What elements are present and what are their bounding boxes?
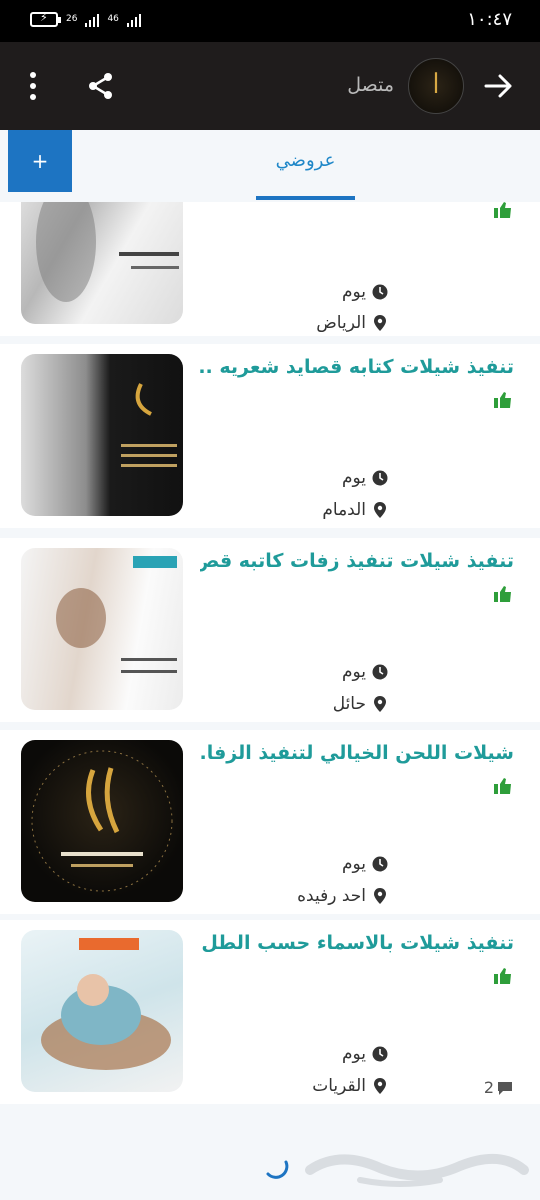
clock-icon xyxy=(372,664,388,680)
listing-time: يوم xyxy=(342,854,388,874)
status-bar: ⚡ 26 46 ١٠:٤٧ xyxy=(0,0,540,42)
list-item[interactable]: يوم الرياض xyxy=(0,202,540,336)
thumb-art xyxy=(121,383,177,467)
more-vert-icon[interactable] xyxy=(24,70,42,102)
thumb-art xyxy=(56,556,177,673)
thumbs-up-icon[interactable] xyxy=(494,968,512,984)
listing-location: حائل xyxy=(333,694,388,714)
listing-title[interactable]: تنفيذ شيلات بالاسماء حسب الطل... xyxy=(200,932,514,954)
listing-time: يوم xyxy=(342,662,388,682)
list-item[interactable]: تنفيذ شيلات بالاسماء حسب الطل... يوم الق… xyxy=(0,920,540,1104)
app-bar: ꟾ متصل xyxy=(0,42,540,130)
listings-list[interactable]: يوم الرياض تنفيذ شيلات كتابه قصايد شعريه… xyxy=(0,202,540,1122)
avatar[interactable]: ꟾ xyxy=(408,58,464,114)
location-label: حائل xyxy=(332,694,366,714)
add-listing-button[interactable]: + xyxy=(8,130,72,192)
clock-icon xyxy=(372,1046,388,1062)
location-pin-icon xyxy=(374,696,386,712)
share-icon[interactable] xyxy=(86,70,116,102)
listing-thumbnail xyxy=(21,740,183,902)
online-status: متصل xyxy=(347,74,394,96)
signal-1: 26 xyxy=(66,14,78,24)
comments-count[interactable]: 2 xyxy=(484,1078,514,1097)
location-pin-icon xyxy=(374,888,386,904)
location-label: الدمام xyxy=(322,500,366,520)
listing-location: القريات xyxy=(312,1076,388,1096)
listing-location: الرياض xyxy=(316,313,388,333)
clock-icon xyxy=(372,470,388,486)
listing-thumbnail xyxy=(21,354,183,516)
listing-title[interactable]: شيلات اللحن الخيالي لتنفيذ الزفا... xyxy=(200,742,514,764)
listing-thumbnail xyxy=(21,548,183,710)
signal-2: 46 xyxy=(107,14,119,24)
tab-indicator xyxy=(256,196,355,200)
clock-time: ١٠:٤٧ xyxy=(467,9,512,30)
listing-thumbnail xyxy=(21,202,183,324)
thumbs-up-icon[interactable] xyxy=(494,202,512,218)
tab-my-offers[interactable]: عروضي xyxy=(256,150,355,171)
back-arrow-icon[interactable] xyxy=(482,70,514,102)
comments-number: 2 xyxy=(483,1078,494,1097)
signal-bars-icon xyxy=(85,13,100,27)
thumbs-up-icon[interactable] xyxy=(494,778,512,794)
time-label: يوم xyxy=(341,1044,366,1064)
location-label: القريات xyxy=(312,1076,366,1096)
list-item[interactable]: تنفيذ شيلات كتابه قصايد شعريه ... يوم ال… xyxy=(0,344,540,528)
haraj-watermark-logo xyxy=(305,1153,529,1187)
thumb-art xyxy=(41,938,171,1070)
location-label: احد رفيده xyxy=(297,886,366,906)
thumb-art xyxy=(36,202,179,302)
thumb-art xyxy=(31,750,173,892)
listing-time: يوم xyxy=(342,1044,388,1064)
listing-time: يوم xyxy=(342,468,388,488)
location-pin-icon xyxy=(374,502,386,518)
clock-icon xyxy=(372,284,388,300)
logo-glyph: ꟾ xyxy=(432,73,440,99)
signal-bars-icon-2 xyxy=(126,13,141,27)
time-label: يوم xyxy=(341,662,366,682)
time-label: يوم xyxy=(341,468,366,488)
listing-location: احد رفيده xyxy=(297,886,388,906)
listing-time: يوم xyxy=(342,282,388,302)
clock-icon xyxy=(372,856,388,872)
thumbs-up-icon[interactable] xyxy=(494,392,512,408)
time-label: يوم xyxy=(341,854,366,874)
listing-title[interactable]: تنفيذ شيلات تنفيذ زفات كاتبه قص.. xyxy=(200,550,514,572)
location-pin-icon xyxy=(374,315,386,331)
comment-bubble-icon xyxy=(498,1081,512,1095)
battery-icon: ⚡ xyxy=(30,11,61,27)
list-item[interactable]: شيلات اللحن الخيالي لتنفيذ الزفا... يوم … xyxy=(0,730,540,914)
listing-thumbnail xyxy=(21,930,183,1092)
listing-location: الدمام xyxy=(322,500,388,520)
location-label: الرياض xyxy=(316,313,366,333)
loading-spinner-icon xyxy=(266,1160,289,1179)
tab-strip: + عروضي xyxy=(0,130,540,202)
list-item[interactable]: تنفيذ شيلات تنفيذ زفات كاتبه قص.. يوم حا… xyxy=(0,538,540,722)
listing-title[interactable]: تنفيذ شيلات كتابه قصايد شعريه ... xyxy=(200,356,514,378)
status-icons: ⚡ 26 46 xyxy=(30,11,141,27)
time-label: يوم xyxy=(341,282,366,302)
thumbs-up-icon[interactable] xyxy=(494,586,512,602)
location-pin-icon xyxy=(374,1078,386,1094)
